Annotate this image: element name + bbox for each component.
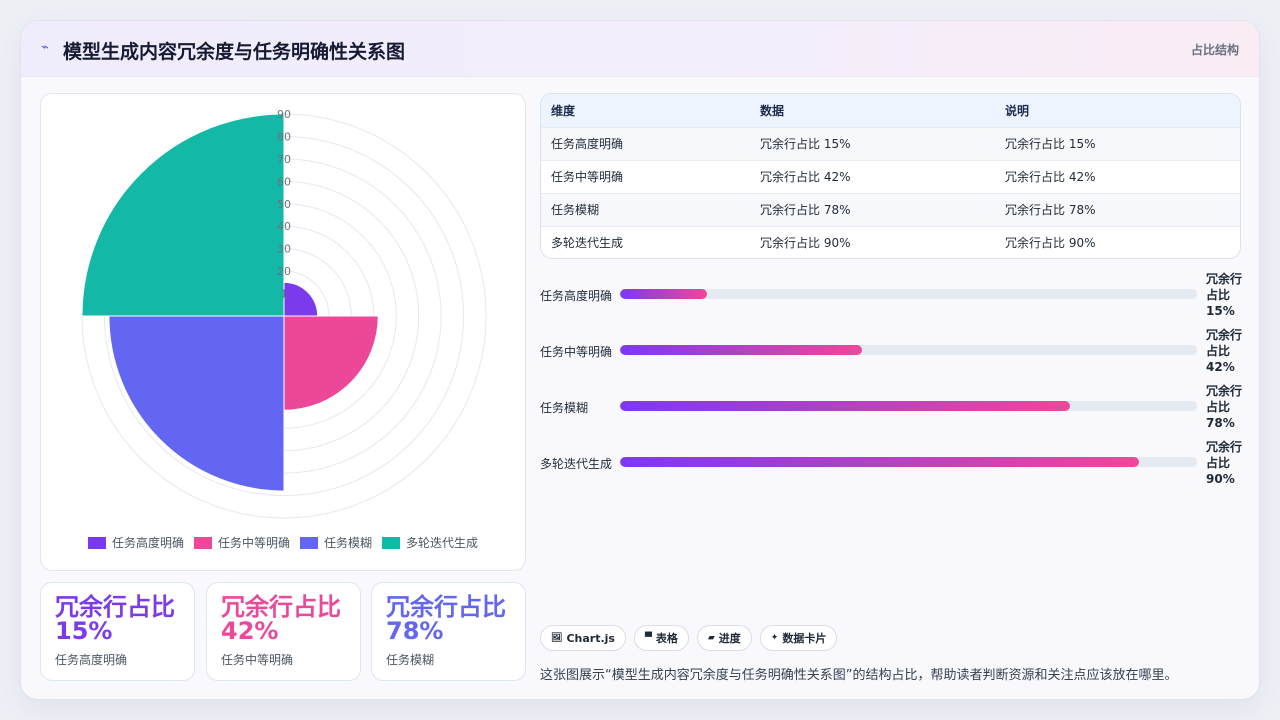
- chip-label: 表格: [655, 632, 678, 645]
- progress-list: 任务高度明确 冗余行占比15% 任务中等明确 冗余行占比42% 任务模糊 冗余行占比78%…: [540, 271, 1243, 501]
- chip-list: 🖼 Chart.js ▀ 表格 ▰ 进度 ✦ 数据卡片: [540, 625, 838, 651]
- polar-segment: [81, 113, 285, 317]
- chip-chart-js[interactable]: 🖼 Chart.js: [540, 625, 626, 651]
- kpi-label: 任务中等明确: [221, 653, 294, 667]
- progress-track: [620, 289, 1197, 299]
- kpi-card: 冗余行占比 78% 任务模糊: [371, 582, 526, 681]
- table-header-cell: 维度: [551, 103, 576, 118]
- legend-swatch: [87, 536, 106, 549]
- kpi-card: 冗余行占比 15% 任务高度明确: [40, 582, 195, 681]
- progress-label: 任务高度明确: [540, 289, 613, 303]
- progress-value: 冗余行占比90%: [1206, 440, 1243, 486]
- progress-fill: [620, 457, 1140, 467]
- table-header-row: 维度 数据 说明: [541, 94, 1240, 127]
- dashboard-card: ⌁ 模型生成内容冗余度与任务明确性关系图 占比结构 1 20 30 40 50 60 70 8…: [20, 20, 1260, 700]
- table-cell: 冗余行占比 42%: [995, 159, 1240, 193]
- progress-fill: [620, 401, 1071, 411]
- table-cell: 任务中等明确: [541, 159, 750, 193]
- legend-item[interactable]: 任务高度明确: [87, 534, 184, 551]
- table-cell: 冗余行占比 90%: [995, 225, 1240, 258]
- progress-row: 任务中等明确 冗余行占比42%: [540, 327, 1243, 383]
- legend-item[interactable]: 多轮迭代生成: [382, 534, 478, 551]
- r-tick-label: 1: [281, 288, 288, 301]
- progress-track: [620, 401, 1197, 411]
- table-row: 任务模糊 冗余行占比 78% 冗余行占比 78%: [541, 192, 1240, 226]
- legend-item[interactable]: 任务模糊: [300, 534, 372, 551]
- progress-label: 任务中等明确: [540, 345, 613, 359]
- progress-row: 多轮迭代生成 冗余行占比90%: [540, 439, 1243, 495]
- chart-panel: 1 20 30 40 50 60 70 80 90 任务高度明确 任务中等明确 任务模糊 多轮迭代生成: [40, 93, 526, 571]
- progress-fill: [620, 345, 863, 355]
- table-cell: 多轮迭代生成: [541, 225, 750, 258]
- chart-js-icon: 🖼: [551, 633, 563, 643]
- r-tick-label: 20: [277, 265, 291, 278]
- r-tick-label: 40: [277, 220, 291, 233]
- legend-swatch: [382, 536, 401, 549]
- table-header-cell: 数据: [760, 103, 785, 118]
- legend-label: 多轮迭代生成: [406, 536, 479, 550]
- header-bar: ⌁ 模型生成内容冗余度与任务明确性关系图 占比结构: [21, 21, 1259, 77]
- progress-value: 冗余行占比42%: [1206, 328, 1243, 374]
- data-table: 维度 数据 说明 任务高度明确 冗余行占比 15% 冗余行占比 15% 任务中等明确 冗余行…: [540, 93, 1241, 259]
- kpi-value: 冗余行占比 15%: [55, 593, 175, 645]
- progress-value: 冗余行占比15%: [1206, 272, 1243, 318]
- legend-swatch: [193, 536, 212, 549]
- r-tick-label: 30: [277, 243, 291, 256]
- r-tick-label: 80: [277, 130, 291, 143]
- table-cell: 冗余行占比 15%: [750, 126, 995, 160]
- progress-fill: [620, 289, 707, 299]
- progress-track: [620, 457, 1197, 467]
- polar-area-chart: 1 20 30 40 50 60 70 80 90: [81, 108, 487, 519]
- kpi-label: 任务模糊: [386, 653, 435, 667]
- progress-row: 任务模糊 冗余行占比78%: [540, 383, 1243, 439]
- chip-table[interactable]: ▀ 表格: [633, 625, 689, 651]
- table-cell: 冗余行占比 15%: [995, 126, 1240, 160]
- table-cell: 冗余行占比 42%: [750, 159, 995, 193]
- r-tick-label: 90: [277, 108, 291, 121]
- progress-label: 任务模糊: [540, 401, 589, 415]
- progress-value: 冗余行占比78%: [1206, 384, 1243, 430]
- kpi-value: 冗余行占比 78%: [386, 593, 506, 645]
- description-note: 这张图展示“模型生成内容冗余度与任务明确性关系图”的结构占比，帮助读者判断资源和…: [540, 668, 1178, 683]
- table-row: 任务中等明确 冗余行占比 42% 冗余行占比 42%: [541, 159, 1240, 193]
- polar-segment: [283, 281, 319, 317]
- legend-item[interactable]: 任务中等明确: [193, 534, 290, 551]
- table-cell: 冗余行占比 78%: [995, 192, 1240, 226]
- table-icon: ▀: [644, 633, 652, 643]
- progress-label: 多轮迭代生成: [540, 457, 613, 471]
- progress-track: [620, 345, 1197, 355]
- table-row: 任务高度明确 冗余行占比 15% 冗余行占比 15%: [541, 126, 1240, 160]
- kpi-value: 冗余行占比 42%: [221, 593, 341, 645]
- chip-label: Chart.js: [566, 631, 615, 645]
- table-cell: 任务模糊: [541, 192, 750, 226]
- kpi-card: 冗余行占比 42% 任务中等明确: [206, 582, 361, 681]
- chip-sparkle[interactable]: ✦ 数据卡片: [759, 625, 838, 651]
- table-row: 多轮迭代生成 冗余行占比 90% 冗余行占比 90%: [541, 225, 1240, 258]
- legend-label: 任务模糊: [324, 536, 373, 550]
- trend-icon: ⌁: [41, 40, 49, 55]
- progress-icon: ▰: [707, 633, 715, 643]
- r-tick-label: 50: [277, 198, 291, 211]
- chart-legend: 任务高度明确 任务中等明确 任务模糊 多轮迭代生成: [41, 534, 525, 551]
- table-cell: 冗余行占比 78%: [750, 192, 995, 226]
- legend-swatch: [300, 536, 318, 549]
- progress-row: 任务高度明确 冗余行占比15%: [540, 271, 1243, 327]
- page-title: 模型生成内容冗余度与任务明确性关系图: [63, 41, 406, 63]
- r-tick-label: 70: [277, 153, 291, 166]
- table-cell: 任务高度明确: [541, 126, 750, 160]
- chart-type-tag: 占比结构: [1190, 43, 1239, 57]
- table-header-cell: 说明: [1005, 103, 1030, 118]
- legend-label: 任务高度明确: [111, 536, 184, 550]
- polar-segment: [108, 315, 285, 492]
- chip-progress[interactable]: ▰ 进度: [696, 625, 752, 651]
- table-cell: 冗余行占比 90%: [750, 225, 995, 258]
- r-tick-label: 60: [277, 175, 291, 188]
- chip-label: 进度: [718, 632, 741, 645]
- polar-segment: [283, 315, 379, 411]
- chip-label: 数据卡片: [782, 632, 827, 645]
- legend-label: 任务中等明确: [217, 536, 290, 550]
- kpi-label: 任务高度明确: [55, 653, 128, 667]
- sparkle-icon: ✦: [770, 633, 779, 643]
